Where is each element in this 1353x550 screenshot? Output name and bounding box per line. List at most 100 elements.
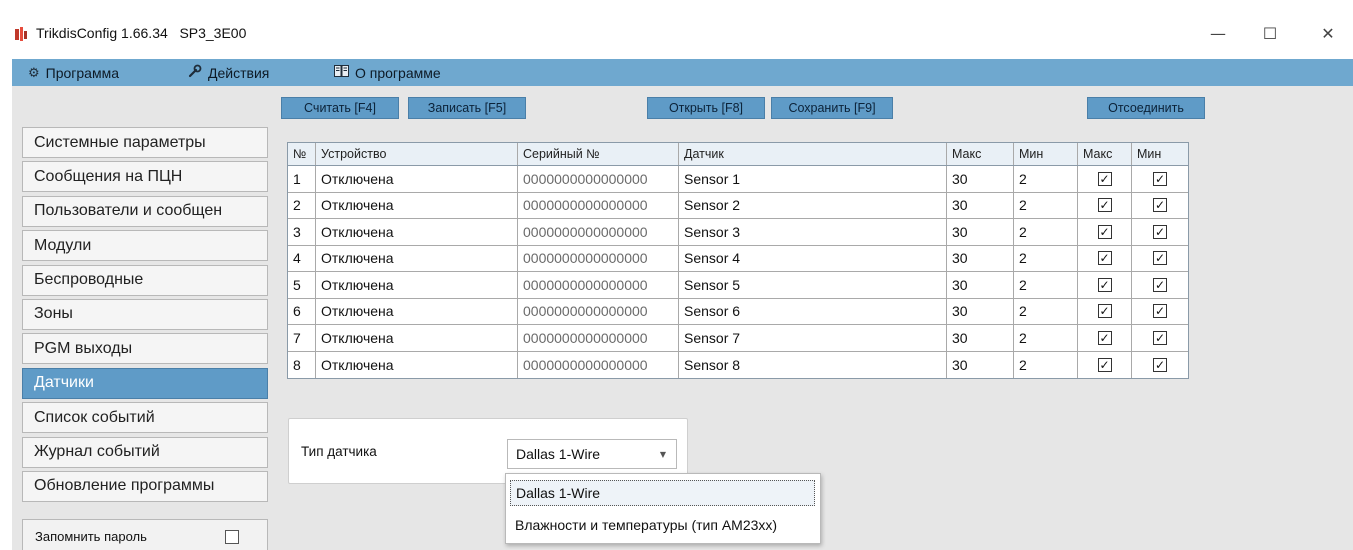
alarm-max-checkbox[interactable]: ✓: [1097, 357, 1112, 372]
cell-sensor-name[interactable]: Sensor 7: [679, 325, 947, 351]
cell-min[interactable]: 2: [1014, 298, 1078, 324]
table-row[interactable]: 5 Отключена 0000000000000000 Sensor 5 30 2 ✓ ✓: [288, 272, 1188, 299]
alarm-min-checkbox[interactable]: ✓: [1153, 171, 1167, 186]
write-button[interactable]: Записать [F5]: [408, 97, 526, 119]
alarm-min-checkbox[interactable]: ✓: [1153, 330, 1167, 345]
close-button[interactable]: ✕: [1305, 18, 1351, 48]
alarm-max-checkbox[interactable]: ✓: [1097, 251, 1112, 266]
cell-device[interactable]: Отключена: [316, 272, 518, 298]
read-button[interactable]: Считать [F4]: [281, 97, 399, 119]
checkmark-icon: ✓: [1099, 224, 1110, 239]
remember-password-row: Запомнить пароль: [22, 519, 268, 550]
cell-min[interactable]: 2: [1014, 166, 1078, 192]
minimize-button[interactable]: —: [1195, 18, 1241, 48]
cell-min[interactable]: 2: [1014, 272, 1078, 298]
cell-min[interactable]: 2: [1014, 219, 1078, 245]
sidebar-item-users[interactable]: Пользователи и сообщен: [22, 195, 268, 227]
save-button[interactable]: Сохранить [F9]: [771, 97, 893, 119]
alarm-max-checkbox[interactable]: ✓: [1097, 171, 1112, 186]
sensor-type-select[interactable]: Dallas 1-Wire ▼: [507, 439, 677, 469]
alarm-min-checkbox[interactable]: ✓: [1153, 357, 1167, 372]
table-row[interactable]: 2 Отключена 0000000000000000 Sensor 2 30 2 ✓ ✓: [288, 192, 1188, 219]
disconnect-button[interactable]: Отсоединить: [1087, 97, 1205, 119]
table-row[interactable]: 1 Отключена 0000000000000000 Sensor 1 30 2 ✓ ✓: [288, 166, 1188, 193]
table-row[interactable]: 3 Отключена 0000000000000000 Sensor 3 30 2 ✓ ✓: [288, 219, 1188, 246]
sidebar-item-zones[interactable]: Зоны: [22, 298, 268, 330]
cell-serial[interactable]: 0000000000000000: [518, 219, 679, 245]
table-row[interactable]: 8 Отключена 0000000000000000 Sensor 8 30 2 ✓ ✓: [288, 351, 1188, 378]
alarm-max-checkbox[interactable]: ✓: [1097, 277, 1112, 292]
table-row[interactable]: 4 Отключена 0000000000000000 Sensor 4 30 2 ✓ ✓: [288, 245, 1188, 272]
alarm-min-checkbox[interactable]: ✓: [1153, 304, 1167, 319]
sensor-type-option-dallas[interactable]: Dallas 1-Wire: [510, 480, 815, 506]
alarm-min-checkbox[interactable]: ✓: [1153, 198, 1167, 213]
alarm-min-checkbox[interactable]: ✓: [1153, 251, 1167, 266]
alarm-max-checkbox[interactable]: ✓: [1097, 224, 1112, 239]
cell-serial[interactable]: 0000000000000000: [518, 325, 679, 351]
sidebar-item-system-params[interactable]: Системные параметры: [22, 127, 268, 158]
cell-min[interactable]: 2: [1014, 351, 1078, 378]
cell-device[interactable]: Отключена: [316, 325, 518, 351]
alarm-max-checkbox[interactable]: ✓: [1097, 330, 1112, 345]
cell-device[interactable]: Отключена: [316, 245, 518, 271]
cell-sensor-name[interactable]: Sensor 5: [679, 272, 947, 298]
menu-about[interactable]: О программе: [334, 59, 441, 86]
cell-num[interactable]: 4: [288, 245, 316, 271]
cell-sensor-name[interactable]: Sensor 8: [679, 351, 947, 378]
cell-max[interactable]: 30: [947, 192, 1014, 218]
cell-device[interactable]: Отключена: [316, 298, 518, 324]
cell-device[interactable]: Отключена: [316, 219, 518, 245]
cell-min[interactable]: 2: [1014, 192, 1078, 218]
cell-num[interactable]: 2: [288, 192, 316, 218]
cell-serial[interactable]: 0000000000000000: [518, 245, 679, 271]
cell-min[interactable]: 2: [1014, 245, 1078, 271]
cell-max[interactable]: 30: [947, 325, 1014, 351]
alarm-min-checkbox[interactable]: ✓: [1153, 224, 1167, 239]
alarm-min-checkbox[interactable]: ✓: [1153, 277, 1167, 292]
cell-serial[interactable]: 0000000000000000: [518, 166, 679, 192]
cell-sensor-name[interactable]: Sensor 2: [679, 192, 947, 218]
cell-num[interactable]: 5: [288, 272, 316, 298]
cell-max[interactable]: 30: [947, 219, 1014, 245]
cell-num[interactable]: 6: [288, 298, 316, 324]
table-row[interactable]: 6 Отключена 0000000000000000 Sensor 6 30 2 ✓ ✓: [288, 298, 1188, 325]
alarm-max-checkbox[interactable]: ✓: [1097, 304, 1112, 319]
cell-num[interactable]: 8: [288, 351, 316, 378]
table-row[interactable]: 7 Отключена 0000000000000000 Sensor 7 30 2 ✓ ✓: [288, 325, 1188, 352]
cell-num[interactable]: 3: [288, 219, 316, 245]
cell-device[interactable]: Отключена: [316, 166, 518, 192]
open-button[interactable]: Открыть [F8]: [647, 97, 765, 119]
cell-serial[interactable]: 0000000000000000: [518, 351, 679, 378]
alarm-max-checkbox[interactable]: ✓: [1097, 198, 1112, 213]
cell-sensor-name[interactable]: Sensor 4: [679, 245, 947, 271]
maximize-button[interactable]: ☐: [1247, 18, 1293, 48]
cell-max[interactable]: 30: [947, 298, 1014, 324]
sidebar-item-firmware-update[interactable]: Обновление программы: [22, 470, 268, 502]
cell-max[interactable]: 30: [947, 351, 1014, 378]
cell-num[interactable]: 7: [288, 325, 316, 351]
cell-serial[interactable]: 0000000000000000: [518, 192, 679, 218]
sensor-type-option-am23xx[interactable]: Влажности и температуры (тип AM23xx): [510, 512, 777, 538]
menu-actions[interactable]: Действия: [188, 59, 269, 86]
cell-serial[interactable]: 0000000000000000: [518, 298, 679, 324]
sidebar-item-sensors[interactable]: Датчики: [22, 367, 268, 399]
cell-sensor-name[interactable]: Sensor 1: [679, 166, 947, 192]
cell-num[interactable]: 1: [288, 166, 316, 192]
sidebar-item-event-list[interactable]: Список событий: [22, 402, 268, 434]
cell-sensor-name[interactable]: Sensor 6: [679, 298, 947, 324]
sidebar-item-modules[interactable]: Модули: [22, 230, 268, 262]
sidebar-item-event-log[interactable]: Журнал событий: [22, 436, 268, 468]
sidebar-item-pgm-outputs[interactable]: PGM выходы: [22, 333, 268, 365]
cell-min[interactable]: 2: [1014, 325, 1078, 351]
cell-max[interactable]: 30: [947, 166, 1014, 192]
menu-program[interactable]: ⚙ Программа: [28, 59, 119, 86]
cell-max[interactable]: 30: [947, 245, 1014, 271]
sidebar-item-cms-messages[interactable]: Сообщения на ПЦН: [22, 161, 268, 193]
cell-device[interactable]: Отключена: [316, 192, 518, 218]
cell-serial[interactable]: 0000000000000000: [518, 272, 679, 298]
sidebar-item-wireless[interactable]: Беспроводные: [22, 264, 268, 296]
remember-password-checkbox[interactable]: [225, 530, 239, 544]
cell-device[interactable]: Отключена: [316, 351, 518, 378]
cell-max[interactable]: 30: [947, 272, 1014, 298]
cell-sensor-name[interactable]: Sensor 3: [679, 219, 947, 245]
